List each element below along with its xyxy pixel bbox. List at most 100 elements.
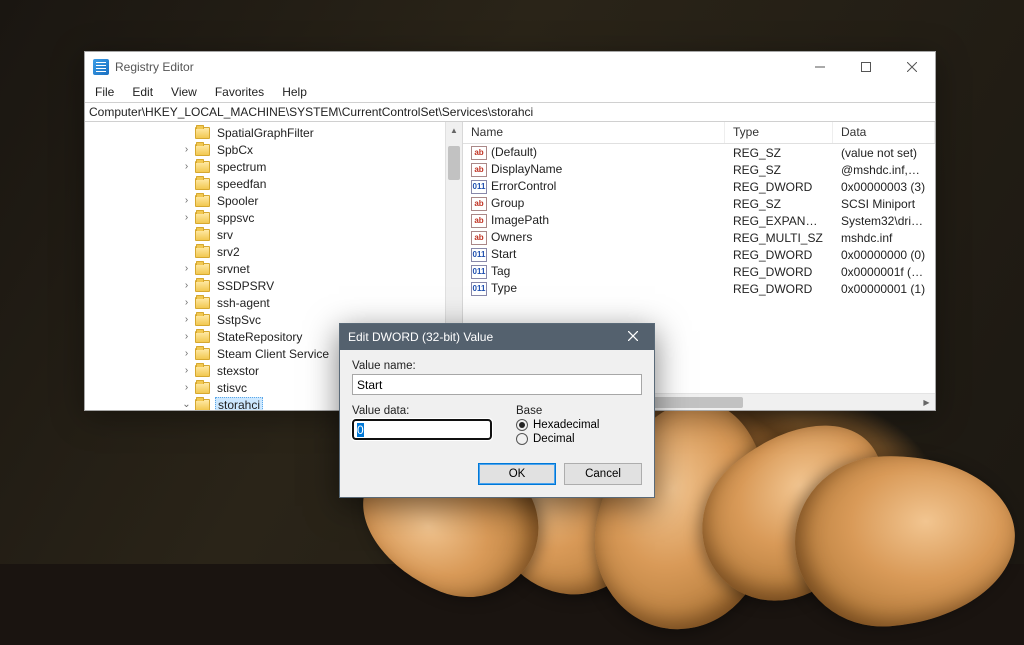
list-row[interactable]: ab(Default)REG_SZ(value not set) — [463, 144, 935, 161]
tree-item-label: srv2 — [215, 245, 242, 259]
value-data: System32\drivers\storahci.sys — [833, 214, 935, 228]
list-header[interactable]: Name Type Data — [463, 122, 935, 144]
window-title: Registry Editor — [115, 60, 194, 74]
chevron-right-icon[interactable]: › — [181, 349, 192, 359]
folder-icon — [195, 212, 210, 224]
chevron-right-icon[interactable]: › — [181, 332, 192, 342]
list-row[interactable]: 011 ErrorControl REG_DWORD0x00000003 (3) — [463, 178, 935, 195]
value-data: (value not set) — [833, 146, 935, 160]
folder-icon — [195, 195, 210, 207]
value-data: SCSI Miniport — [833, 197, 935, 211]
chevron-right-icon[interactable]: › — [181, 315, 192, 325]
scroll-thumb[interactable] — [448, 146, 460, 180]
tree-item-label: ssh-agent — [215, 296, 272, 310]
folder-icon — [195, 382, 210, 394]
regedit-icon — [93, 59, 109, 75]
dialog-close-button[interactable] — [620, 330, 646, 344]
ok-button[interactable]: OK — [478, 463, 556, 485]
menu-help[interactable]: Help — [280, 84, 309, 100]
address-bar[interactable]: Computer\HKEY_LOCAL_MACHINE\SYSTEM\Curre… — [85, 102, 935, 122]
tree-item[interactable]: ›spectrum — [85, 158, 462, 175]
tree-item-label: SpatialGraphFilter — [215, 126, 316, 140]
value-data: 0x00000001 (1) — [833, 282, 935, 296]
tree-item[interactable]: srv — [85, 226, 462, 243]
chevron-right-icon[interactable]: › — [181, 196, 192, 206]
value-type: REG_SZ — [725, 146, 833, 160]
dword-value-icon: 011 — [471, 282, 487, 296]
folder-icon — [195, 314, 210, 326]
chevron-right-icon[interactable]: › — [181, 383, 192, 393]
folder-icon — [195, 161, 210, 173]
tree-item-label: storahci — [215, 397, 263, 411]
tree-item-label: SSDPSRV — [215, 279, 276, 293]
chevron-right-icon[interactable]: › — [181, 298, 192, 308]
tree-item-label: stexstor — [215, 364, 261, 378]
value-data-input[interactable] — [352, 419, 492, 440]
value-type: REG_DWORD — [725, 248, 833, 262]
value-type: REG_DWORD — [725, 180, 833, 194]
value-name-input[interactable] — [352, 374, 642, 395]
value-data: mshdc.inf — [833, 231, 935, 245]
column-data[interactable]: Data — [833, 122, 935, 143]
chevron-right-icon[interactable]: › — [181, 145, 192, 155]
radio-dec-label: Decimal — [533, 433, 575, 445]
column-type[interactable]: Type — [725, 122, 833, 143]
tree-item[interactable]: › SSDPSRV — [85, 277, 462, 294]
column-name[interactable]: Name — [463, 122, 725, 143]
maximize-button[interactable] — [843, 52, 889, 82]
dword-value-icon: 011 — [471, 180, 487, 194]
list-row[interactable]: abGroupREG_SZSCSI Miniport — [463, 195, 935, 212]
list-row[interactable]: 011StartREG_DWORD0x00000000 (0) — [463, 246, 935, 263]
value-data: 0x00000003 (3) — [833, 180, 935, 194]
tree-item-label: SpbCx — [215, 143, 255, 157]
cancel-button[interactable]: Cancel — [564, 463, 642, 485]
folder-icon — [195, 331, 210, 343]
scroll-right-icon[interactable]: ▶ — [918, 398, 935, 407]
list-row[interactable]: abOwnersREG_MULTI_SZmshdc.inf — [463, 229, 935, 246]
tree-item[interactable]: › SpbCx — [85, 141, 462, 158]
minimize-button[interactable] — [797, 52, 843, 82]
menu-view[interactable]: View — [169, 84, 199, 100]
tree-item[interactable]: › srvnet — [85, 260, 462, 277]
tree-item-label: SstpSvc — [215, 313, 263, 327]
menu-edit[interactable]: Edit — [130, 84, 155, 100]
list-row[interactable]: 011TypeREG_DWORD0x00000001 (1) — [463, 280, 935, 297]
string-value-icon: ab — [471, 163, 487, 177]
value-data-label: Value data: — [352, 405, 498, 417]
tree-item[interactable]: ›sppsvc — [85, 209, 462, 226]
value-name: ErrorControl — [491, 179, 556, 193]
string-value-icon: ab — [471, 214, 487, 228]
menu-file[interactable]: File — [93, 84, 116, 100]
dialog-titlebar[interactable]: Edit DWORD (32-bit) Value — [340, 324, 654, 350]
titlebar[interactable]: Registry Editor — [85, 52, 935, 82]
chevron-right-icon[interactable]: › — [181, 366, 192, 376]
chevron-right-icon[interactable]: › — [181, 162, 192, 172]
value-type: REG_MULTI_SZ — [725, 231, 833, 245]
chevron-down-icon[interactable]: ⌄ — [181, 400, 192, 410]
folder-icon — [195, 178, 210, 190]
folder-icon — [195, 246, 210, 258]
tree-item[interactable]: SpatialGraphFilter — [85, 124, 462, 141]
list-row[interactable]: 011TagREG_DWORD0x0000001f (31) — [463, 263, 935, 280]
chevron-right-icon[interactable]: › — [181, 264, 192, 274]
scroll-up-icon[interactable]: ▲ — [446, 122, 462, 139]
tree-item[interactable]: › ssh-agent — [85, 294, 462, 311]
chevron-right-icon[interactable]: › — [181, 213, 192, 223]
close-button[interactable] — [889, 52, 935, 82]
list-row[interactable]: abDisplayNameREG_SZ@mshdc.inf,%storahci.… — [463, 161, 935, 178]
value-type: REG_DWORD — [725, 282, 833, 296]
list-row[interactable]: abImagePathREG_EXPAND_SZSystem32\drivers… — [463, 212, 935, 229]
tree-item[interactable]: speedfan — [85, 175, 462, 192]
edit-dword-dialog: Edit DWORD (32-bit) Value Value name: Va… — [339, 323, 655, 498]
folder-icon — [195, 348, 210, 360]
menu-favorites[interactable]: Favorites — [213, 84, 266, 100]
folder-icon — [195, 144, 210, 156]
value-name: (Default) — [491, 145, 537, 159]
tree-item-label: srvnet — [215, 262, 252, 276]
tree-item[interactable]: ›Spooler — [85, 192, 462, 209]
radio-hexadecimal[interactable]: Hexadecimal — [516, 419, 642, 431]
folder-icon — [195, 297, 210, 309]
tree-item[interactable]: srv2 — [85, 243, 462, 260]
chevron-right-icon[interactable]: › — [181, 281, 192, 291]
radio-decimal[interactable]: Decimal — [516, 433, 642, 445]
